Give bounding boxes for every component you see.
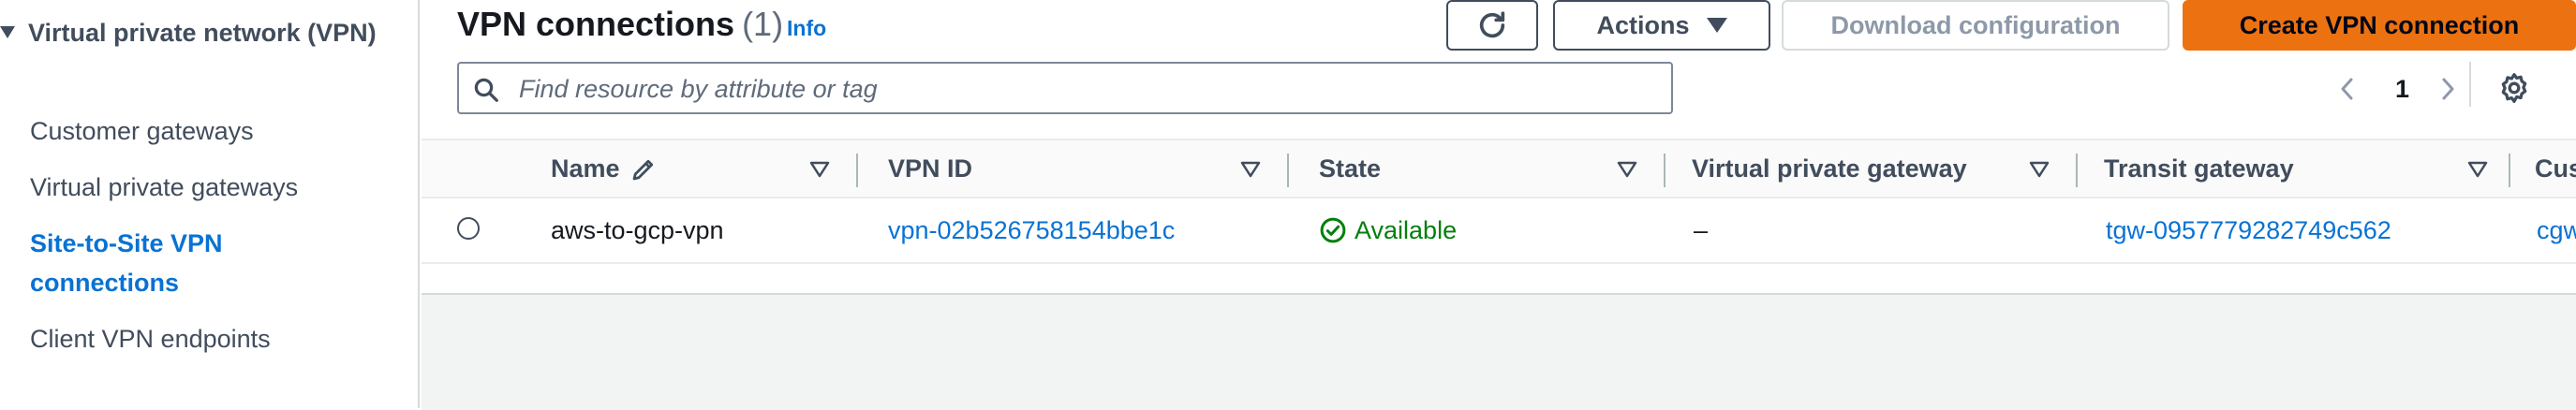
nav-item-customer-gateways[interactable]: Customer gateways: [30, 111, 405, 151]
create-vpn-connection-button[interactable]: Create VPN connection: [2183, 0, 2576, 51]
caret-down-icon: [0, 26, 15, 38]
search-icon: [474, 78, 498, 102]
edit-pencil-icon: [632, 159, 654, 181]
sort-caret-down-icon[interactable]: [1240, 161, 1261, 178]
gear-icon[interactable]: [2497, 71, 2531, 105]
column-header-transit-gateway[interactable]: Transit gateway: [2104, 140, 2294, 197]
column-header-vpn-id[interactable]: VPN ID: [888, 140, 972, 197]
column-header-state[interactable]: State: [1319, 140, 1381, 197]
column-divider[interactable]: [1287, 154, 1289, 187]
table-row[interactable]: aws-to-gcp-vpn vpn-02b526758154bbe1c Ava…: [422, 198, 2576, 264]
refresh-button[interactable]: [1446, 0, 1538, 51]
refresh-icon: [1479, 11, 1505, 38]
column-header-customer-gateway[interactable]: Cus: [2535, 140, 2576, 197]
column-header-virtual-private-gateway[interactable]: Virtual private gateway: [1692, 140, 1967, 197]
column-header-label: Name: [551, 154, 620, 183]
info-link[interactable]: Info: [787, 15, 826, 41]
pagination-divider: [2469, 62, 2471, 107]
nav-section-label: Virtual private network (VPN): [28, 19, 377, 47]
cell-vpn-id-link[interactable]: vpn-02b526758154bbe1c: [888, 198, 1175, 262]
content-background: [422, 293, 2576, 410]
download-configuration-button[interactable]: Download configuration: [1782, 0, 2169, 51]
sort-caret-down-icon[interactable]: [2029, 161, 2050, 178]
cell-name: aws-to-gcp-vpn: [551, 216, 724, 244]
cell-transit-gateway-link[interactable]: tgw-0957779282749c562: [2106, 198, 2391, 262]
page-title: VPN connections (1): [457, 2, 783, 47]
chevron-left-icon[interactable]: [2337, 75, 2358, 103]
actions-dropdown-button[interactable]: Actions: [1553, 0, 1770, 51]
main-content: VPN connections (1) Info Actions Download…: [422, 0, 2576, 410]
cell-state: Available: [1319, 198, 1457, 262]
cell-virtual-private-gateway: –: [1694, 216, 1709, 244]
search-input[interactable]: [517, 69, 1645, 109]
sort-caret-down-icon[interactable]: [1617, 161, 1637, 178]
resource-count: (1): [742, 5, 784, 43]
column-divider[interactable]: [856, 154, 858, 187]
chevron-right-icon[interactable]: [2437, 75, 2458, 103]
nav-item-site-to-site-vpn-connections[interactable]: Site-to-Site VPN connections: [30, 224, 311, 302]
column-divider[interactable]: [2076, 154, 2078, 187]
sort-caret-down-icon[interactable]: [809, 161, 830, 178]
status-text: Available: [1355, 216, 1458, 244]
table-header: Name VPN ID State Virtual private gatewa…: [422, 139, 2576, 198]
caret-down-icon: [1706, 18, 1727, 33]
column-header-name[interactable]: Name: [551, 140, 620, 197]
pagination-current-page[interactable]: 1: [2395, 73, 2409, 105]
nav-item-virtual-private-gateways[interactable]: Virtual private gateways: [30, 168, 405, 207]
search-box[interactable]: [457, 62, 1673, 114]
column-divider[interactable]: [2509, 154, 2510, 187]
nav-item-client-vpn-endpoints[interactable]: Client VPN endpoints: [30, 319, 405, 359]
sort-caret-down-icon[interactable]: [2467, 161, 2488, 178]
status-check-icon: [1320, 217, 1346, 243]
side-navigation: Virtual private network (VPN) Customer g…: [0, 0, 420, 408]
actions-label: Actions: [1596, 10, 1690, 39]
row-select-radio[interactable]: [457, 217, 480, 240]
page-title-text: VPN connections: [457, 5, 735, 43]
cell-customer-gateway-link[interactable]: cgw: [2537, 198, 2576, 262]
column-divider[interactable]: [1664, 154, 1666, 187]
